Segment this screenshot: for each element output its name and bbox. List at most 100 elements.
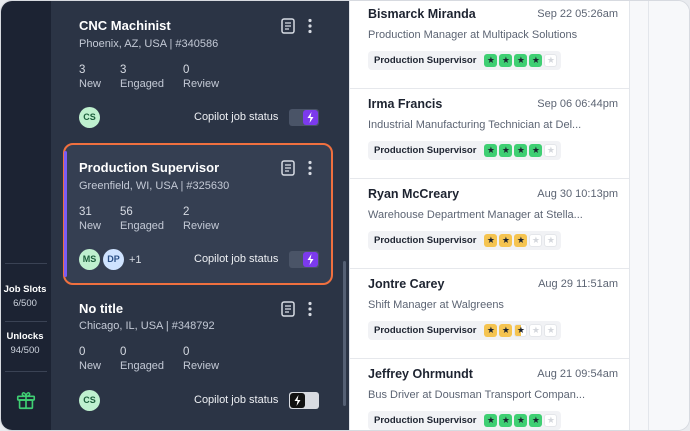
document-icon[interactable] xyxy=(281,301,295,317)
job-list: CNC Machinist Phoenix, AZ, USA | #340586… xyxy=(51,1,349,430)
star-icon: ★ xyxy=(544,324,558,337)
star-icon: ★ xyxy=(499,144,513,157)
star-icon: ★ xyxy=(499,234,513,247)
candidate-row[interactable]: Jontre Carey Aug 29 11:51am Shift Manage… xyxy=(350,269,630,359)
divider xyxy=(5,263,47,264)
job-card-selected[interactable]: Production Supervisor Greenfield, WI, US… xyxy=(63,143,333,285)
job-match-chip: Production Supervisor ★ ★ ★ ★ ★ xyxy=(368,231,562,250)
candidate-date: Sep 22 05:26am xyxy=(537,8,618,20)
candidate-role: Industrial Manufacturing Technician at D… xyxy=(368,119,582,131)
copilot-status-label: Copilot job status xyxy=(194,111,279,123)
engaged-count: 56 Engaged xyxy=(120,206,165,232)
star-icon: ★ xyxy=(484,144,498,157)
bolt-icon xyxy=(303,110,318,125)
scrollbar[interactable] xyxy=(343,261,346,406)
detail-panel xyxy=(629,1,689,430)
star-icon: ★ xyxy=(529,414,543,427)
avatar: MS xyxy=(79,249,100,270)
star-icon: ★ xyxy=(544,144,558,157)
new-count: 3 New xyxy=(79,64,102,90)
rating: ★ ★ ★ ★ ★ xyxy=(482,324,558,337)
star-icon: ★ xyxy=(514,144,528,157)
star-icon: ★ xyxy=(529,54,543,67)
star-icon: ★ xyxy=(499,324,513,337)
star-icon: ★ xyxy=(544,234,558,247)
star-icon: ★ xyxy=(484,234,498,247)
unlocks-label: Unlocks xyxy=(6,331,44,342)
bolt-icon xyxy=(303,252,318,267)
star-icon: ★ xyxy=(514,54,528,67)
copilot-status-label: Copilot job status xyxy=(194,394,279,406)
job-slots-label: Job Slots xyxy=(3,284,47,295)
job-title: CNC Machinist xyxy=(79,18,171,33)
candidate-date: Aug 30 10:13pm xyxy=(537,188,618,200)
candidate-role: Bus Driver at Dousman Transport Compan..… xyxy=(368,389,586,401)
job-card[interactable]: CNC Machinist Phoenix, AZ, USA | #340586… xyxy=(63,1,333,137)
more-options-icon[interactable] xyxy=(307,301,313,317)
rating: ★ ★ ★ ★ ★ xyxy=(482,234,558,247)
new-count: 31 New xyxy=(79,206,102,232)
candidate-date: Sep 06 06:44pm xyxy=(537,98,618,110)
star-icon: ★ xyxy=(484,54,498,67)
gift-icon[interactable] xyxy=(15,389,37,411)
job-location: Phoenix, AZ, USA | #340586 xyxy=(79,38,219,50)
candidate-role: Warehouse Department Manager at Stella..… xyxy=(368,209,583,221)
star-icon: ★ xyxy=(544,414,558,427)
star-icon: ★ xyxy=(514,414,528,427)
more-options-icon[interactable] xyxy=(307,18,313,34)
job-tag: Production Supervisor xyxy=(374,235,477,246)
star-icon: ★ xyxy=(514,324,528,337)
candidate-row[interactable]: Jeffrey Ohrmundt Aug 21 09:54am Bus Driv… xyxy=(350,359,630,430)
candidate-date: Aug 21 09:54am xyxy=(537,368,618,380)
star-icon: ★ xyxy=(514,234,528,247)
copilot-toggle[interactable] xyxy=(289,392,319,409)
document-icon[interactable] xyxy=(281,160,295,176)
job-tag: Production Supervisor xyxy=(374,145,477,156)
candidate-role: Production Manager at Multipack Solution… xyxy=(368,29,578,41)
engaged-count: 3 Engaged xyxy=(120,64,165,90)
copilot-toggle[interactable] xyxy=(289,251,319,268)
candidate-name: Jontre Carey xyxy=(368,277,445,291)
star-icon: ★ xyxy=(499,414,513,427)
candidate-name: Ryan McCreary xyxy=(368,187,460,201)
candidate-row[interactable]: Bismarck Miranda Sep 22 05:26am Producti… xyxy=(350,1,630,89)
more-options-icon[interactable] xyxy=(307,160,313,176)
review-count: 0 Review xyxy=(183,64,220,90)
avatar: CS xyxy=(79,107,100,128)
job-title: No title xyxy=(79,301,124,316)
divider xyxy=(648,1,649,430)
star-icon: ★ xyxy=(484,324,498,337)
more-users-count: +1 xyxy=(129,254,142,266)
job-match-chip: Production Supervisor ★ ★ ★ ★ ★ xyxy=(368,141,562,160)
engaged-count: 0 Engaged xyxy=(120,346,165,372)
rating: ★ ★ ★ ★ ★ xyxy=(482,54,558,67)
avatar: CS xyxy=(79,390,100,411)
candidate-list: Bismarck Miranda Sep 22 05:26am Producti… xyxy=(349,1,630,430)
candidate-name: Bismarck Miranda xyxy=(368,7,476,21)
candidate-row[interactable]: Ryan McCreary Aug 30 10:13pm Warehouse D… xyxy=(350,179,630,269)
job-location: Chicago, IL, USA | #348792 xyxy=(79,320,215,332)
candidate-row[interactable]: Irma Francis Sep 06 06:44pm Industrial M… xyxy=(350,89,630,179)
candidate-role: Shift Manager at Walgreens xyxy=(368,299,504,311)
star-icon: ★ xyxy=(544,54,558,67)
job-tag: Production Supervisor xyxy=(374,325,477,336)
selected-indicator xyxy=(64,151,67,277)
copilot-status-label: Copilot job status xyxy=(194,253,279,265)
job-match-chip: Production Supervisor ★ ★ ★ ★ ★ xyxy=(368,51,562,70)
new-count: 0 New xyxy=(79,346,102,372)
unlocks-value: 94/500 xyxy=(10,345,40,356)
star-icon: ★ xyxy=(499,54,513,67)
job-tag: Production Supervisor xyxy=(374,415,477,426)
unlocks-counter: Unlocks 94/500 xyxy=(1,331,49,356)
job-card[interactable]: No title Chicago, IL, USA | #348792 0 New… xyxy=(63,289,333,430)
copilot-toggle[interactable] xyxy=(289,109,319,126)
document-icon[interactable] xyxy=(281,18,295,34)
review-count: 2 Review xyxy=(183,206,220,232)
star-icon: ★ xyxy=(484,414,498,427)
candidate-name: Irma Francis xyxy=(368,97,443,111)
rating: ★ ★ ★ ★ ★ xyxy=(482,414,558,427)
left-rail: Job Slots 6/500 Unlocks 94/500 xyxy=(1,1,51,430)
avatar: DP xyxy=(103,249,124,270)
divider xyxy=(5,321,47,322)
job-location: Greenfield, WI, USA | #325630 xyxy=(79,180,230,192)
